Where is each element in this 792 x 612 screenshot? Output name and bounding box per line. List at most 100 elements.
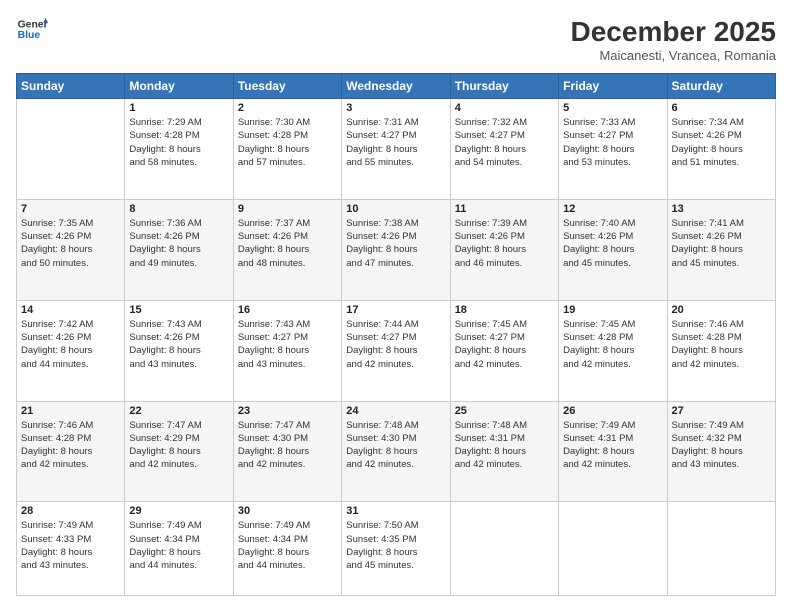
day-info: Sunrise: 7:38 AM Sunset: 4:26 PM Dayligh… <box>346 217 445 270</box>
day-cell: 27 Sunrise: 7:49 AM Sunset: 4:32 PM Dayli… <box>667 401 775 502</box>
day-info: Sunrise: 7:40 AM Sunset: 4:26 PM Dayligh… <box>563 217 662 270</box>
weekday-header-friday: Friday <box>559 74 667 99</box>
day-number: 4 <box>455 102 554 114</box>
week-row-4: 21Sunrise: 7:46 AM Sunset: 4:28 PM Dayli… <box>17 401 776 502</box>
day-cell: 9 Sunrise: 7:37 AM Sunset: 4:26 PM Daylig… <box>233 199 341 300</box>
day-number: 24 <box>346 405 445 417</box>
day-number: 17 <box>346 304 445 316</box>
day-cell: 15 Sunrise: 7:43 AM Sunset: 4:26 PM Dayli… <box>125 300 233 401</box>
day-info: Sunrise: 7:30 AM Sunset: 4:28 PM Dayligh… <box>238 116 337 169</box>
day-info: Sunrise: 7:33 AM Sunset: 4:27 PM Dayligh… <box>563 116 662 169</box>
day-cell: 14 Sunrise: 7:42 AM Sunset: 4:26 PM Dayli… <box>17 300 125 401</box>
day-number: 27 <box>672 405 771 417</box>
day-info: Sunrise: 7:37 AM Sunset: 4:26 PM Dayligh… <box>238 217 337 270</box>
day-number: 3 <box>346 102 445 114</box>
day-info: Sunrise: 7:35 AM Sunset: 4:26 PM Dayligh… <box>21 217 120 270</box>
day-info: Sunrise: 7:32 AM Sunset: 4:27 PM Dayligh… <box>455 116 554 169</box>
day-cell: 28 Sunrise: 7:49 AM Sunset: 4:33 PM Dayli… <box>17 502 125 596</box>
day-cell <box>450 502 558 596</box>
calendar-table: SundayMondayTuesdayWednesdayThursdayFrid… <box>16 73 776 596</box>
day-number: 22 <box>129 405 228 417</box>
day-cell <box>17 99 125 200</box>
day-cell: 16Sunrise: 7:43 AM Sunset: 4:27 PM Dayli… <box>233 300 341 401</box>
day-number: 26 <box>563 405 662 417</box>
day-number: 10 <box>346 203 445 215</box>
header: General Blue December 2025 Maicanesti, V… <box>16 16 776 63</box>
svg-text:Blue: Blue <box>18 30 41 41</box>
day-cell: 18Sunrise: 7:45 AM Sunset: 4:27 PM Dayli… <box>450 300 558 401</box>
page: General Blue December 2025 Maicanesti, V… <box>0 0 792 612</box>
day-number: 15 <box>129 304 228 316</box>
day-info: Sunrise: 7:39 AM Sunset: 4:26 PM Dayligh… <box>455 217 554 270</box>
day-number: 14 <box>21 304 120 316</box>
week-row-3: 14 Sunrise: 7:42 AM Sunset: 4:26 PM Dayli… <box>17 300 776 401</box>
day-cell: 21Sunrise: 7:46 AM Sunset: 4:28 PM Dayli… <box>17 401 125 502</box>
day-number: 6 <box>672 102 771 114</box>
month-title: December 2025 <box>571 16 776 48</box>
day-number: 28 <box>21 505 120 517</box>
day-info: Sunrise: 7:36 AM Sunset: 4:26 PM Dayligh… <box>129 217 228 270</box>
day-number: 25 <box>455 405 554 417</box>
day-cell: 24Sunrise: 7:48 AM Sunset: 4:30 PM Dayli… <box>342 401 450 502</box>
day-cell: 26 Sunrise: 7:49 AM Sunset: 4:31 PM Dayli… <box>559 401 667 502</box>
day-info: Sunrise: 7:45 AM Sunset: 4:28 PM Dayligh… <box>563 318 662 371</box>
day-info: Sunrise: 7:29 AM Sunset: 4:28 PM Dayligh… <box>129 116 228 169</box>
day-number: 9 <box>238 203 337 215</box>
day-cell: 29Sunrise: 7:49 AM Sunset: 4:34 PM Dayli… <box>125 502 233 596</box>
weekday-header-thursday: Thursday <box>450 74 558 99</box>
week-row-5: 28 Sunrise: 7:49 AM Sunset: 4:33 PM Dayli… <box>17 502 776 596</box>
svg-text:General: General <box>18 20 48 31</box>
day-cell: 4 Sunrise: 7:32 AM Sunset: 4:27 PM Daylig… <box>450 99 558 200</box>
weekday-header-monday: Monday <box>125 74 233 99</box>
day-cell: 8 Sunrise: 7:36 AM Sunset: 4:26 PM Daylig… <box>125 199 233 300</box>
week-row-2: 7 Sunrise: 7:35 AM Sunset: 4:26 PM Daylig… <box>17 199 776 300</box>
day-number: 21 <box>21 405 120 417</box>
day-cell: 1Sunrise: 7:29 AM Sunset: 4:28 PM Daylig… <box>125 99 233 200</box>
day-number: 23 <box>238 405 337 417</box>
weekday-header-tuesday: Tuesday <box>233 74 341 99</box>
day-cell: 12Sunrise: 7:40 AM Sunset: 4:26 PM Dayli… <box>559 199 667 300</box>
day-info: Sunrise: 7:44 AM Sunset: 4:27 PM Dayligh… <box>346 318 445 371</box>
day-cell: 13Sunrise: 7:41 AM Sunset: 4:26 PM Dayli… <box>667 199 775 300</box>
day-cell: 6 Sunrise: 7:34 AM Sunset: 4:26 PM Daylig… <box>667 99 775 200</box>
day-number: 8 <box>129 203 228 215</box>
day-info: Sunrise: 7:43 AM Sunset: 4:27 PM Dayligh… <box>238 318 337 371</box>
day-info: Sunrise: 7:49 AM Sunset: 4:34 PM Dayligh… <box>238 519 337 572</box>
day-number: 11 <box>455 203 554 215</box>
day-info: Sunrise: 7:43 AM Sunset: 4:26 PM Dayligh… <box>129 318 228 371</box>
day-cell <box>559 502 667 596</box>
day-cell: 23 Sunrise: 7:47 AM Sunset: 4:30 PM Dayli… <box>233 401 341 502</box>
day-info: Sunrise: 7:49 AM Sunset: 4:34 PM Dayligh… <box>129 519 228 572</box>
day-number: 30 <box>238 505 337 517</box>
day-cell: 17 Sunrise: 7:44 AM Sunset: 4:27 PM Dayli… <box>342 300 450 401</box>
day-info: Sunrise: 7:34 AM Sunset: 4:26 PM Dayligh… <box>672 116 771 169</box>
day-number: 7 <box>21 203 120 215</box>
day-cell: 20 Sunrise: 7:46 AM Sunset: 4:28 PM Dayli… <box>667 300 775 401</box>
day-info: Sunrise: 7:47 AM Sunset: 4:30 PM Dayligh… <box>238 419 337 472</box>
day-number: 5 <box>563 102 662 114</box>
location: Maicanesti, Vrancea, Romania <box>571 48 776 63</box>
day-info: Sunrise: 7:31 AM Sunset: 4:27 PM Dayligh… <box>346 116 445 169</box>
day-number: 2 <box>238 102 337 114</box>
day-info: Sunrise: 7:41 AM Sunset: 4:26 PM Dayligh… <box>672 217 771 270</box>
day-info: Sunrise: 7:46 AM Sunset: 4:28 PM Dayligh… <box>672 318 771 371</box>
day-cell: 25 Sunrise: 7:48 AM Sunset: 4:31 PM Dayli… <box>450 401 558 502</box>
week-row-1: 1Sunrise: 7:29 AM Sunset: 4:28 PM Daylig… <box>17 99 776 200</box>
title-block: December 2025 Maicanesti, Vrancea, Roman… <box>571 16 776 63</box>
day-cell <box>667 502 775 596</box>
day-info: Sunrise: 7:49 AM Sunset: 4:32 PM Dayligh… <box>672 419 771 472</box>
day-info: Sunrise: 7:50 AM Sunset: 4:35 PM Dayligh… <box>346 519 445 572</box>
day-cell: 3 Sunrise: 7:31 AM Sunset: 4:27 PM Daylig… <box>342 99 450 200</box>
logo-icon: General Blue <box>16 16 48 44</box>
weekday-header-saturday: Saturday <box>667 74 775 99</box>
day-info: Sunrise: 7:48 AM Sunset: 4:31 PM Dayligh… <box>455 419 554 472</box>
day-cell: 30 Sunrise: 7:49 AM Sunset: 4:34 PM Dayli… <box>233 502 341 596</box>
logo: General Blue <box>16 16 48 44</box>
day-number: 20 <box>672 304 771 316</box>
day-info: Sunrise: 7:49 AM Sunset: 4:31 PM Dayligh… <box>563 419 662 472</box>
day-info: Sunrise: 7:42 AM Sunset: 4:26 PM Dayligh… <box>21 318 120 371</box>
weekday-header-wednesday: Wednesday <box>342 74 450 99</box>
day-number: 19 <box>563 304 662 316</box>
day-info: Sunrise: 7:49 AM Sunset: 4:33 PM Dayligh… <box>21 519 120 572</box>
day-cell: 2 Sunrise: 7:30 AM Sunset: 4:28 PM Daylig… <box>233 99 341 200</box>
